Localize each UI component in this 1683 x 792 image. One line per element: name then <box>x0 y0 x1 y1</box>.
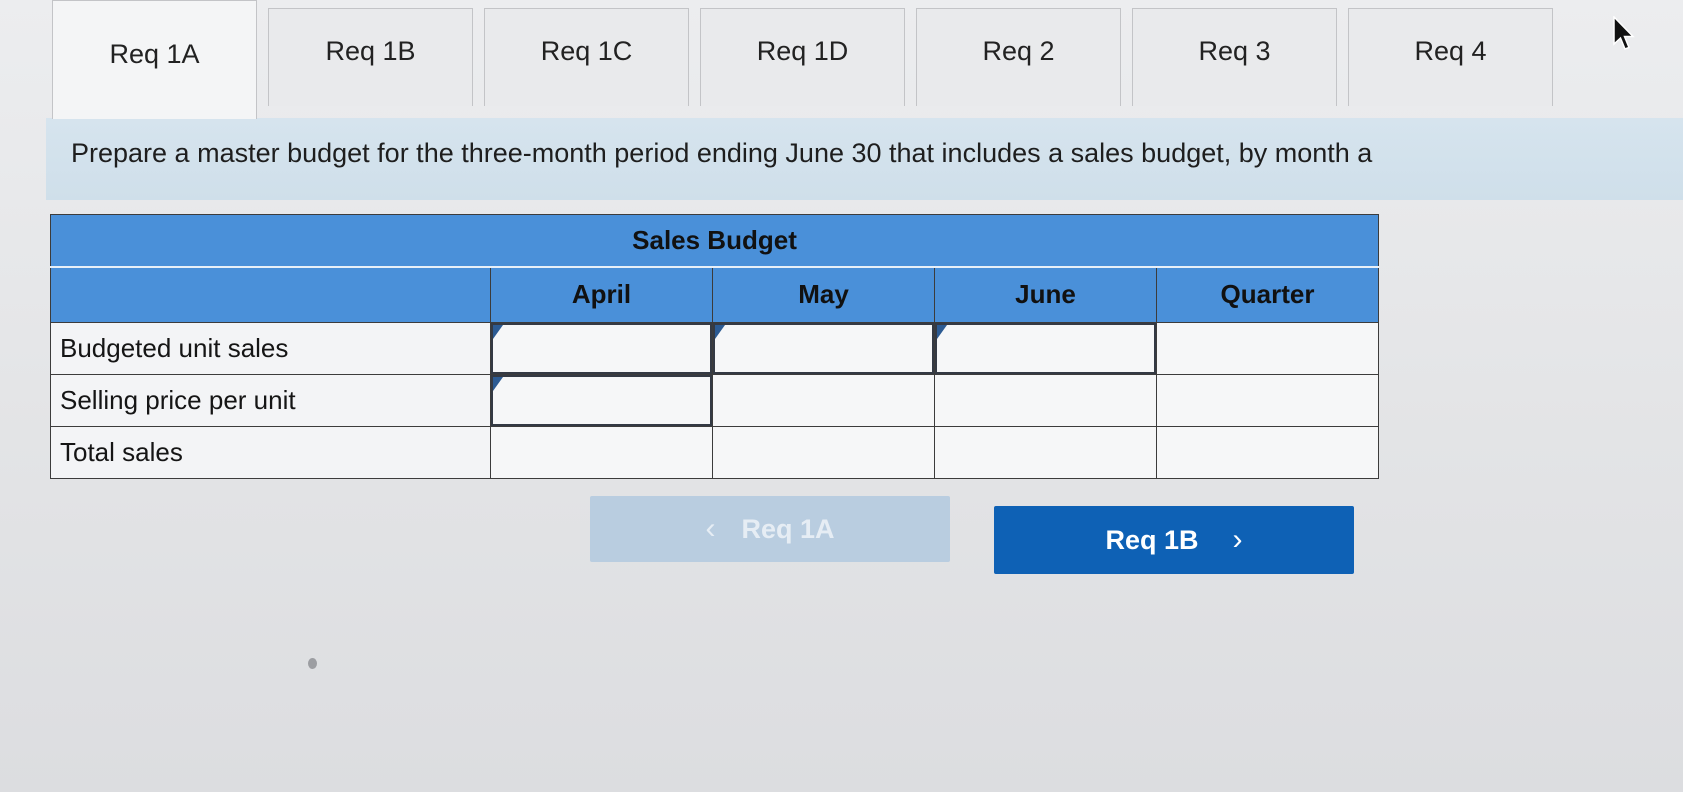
tab-label: Req 1B <box>325 36 416 66</box>
next-button-label: Req 1B <box>1105 524 1199 555</box>
table-row-selling-price: Selling price per unit <box>50 374 1379 427</box>
row-label: Budgeted unit sales <box>50 322 491 375</box>
tab-label: Req 1A <box>109 38 200 69</box>
tab-label: Req 1D <box>756 36 849 66</box>
sales-budget-table: Sales Budget April May June Quarter Budg… <box>50 214 1379 479</box>
column-header-label <box>50 266 491 323</box>
tab-label: Req 1C <box>540 36 633 66</box>
tab-req-3[interactable]: Req 3 <box>1132 8 1337 106</box>
june-price-cell <box>934 374 1157 427</box>
mouse-pointer-icon <box>1613 16 1635 50</box>
may-unit-sales-input[interactable] <box>713 323 934 374</box>
may-price-cell <box>712 374 935 427</box>
table-row-budgeted-unit-sales: Budgeted unit sales <box>50 322 1379 375</box>
tab-label: Req 2 <box>982 36 1055 66</box>
row-label: Total sales <box>50 426 491 479</box>
table-row-total-sales: Total sales <box>50 426 1379 479</box>
tab-label: Req 4 <box>1414 36 1487 66</box>
june-unit-sales-input[interactable] <box>935 323 1156 374</box>
quarter-unit-sales-cell <box>1156 322 1379 375</box>
column-header-quarter: Quarter <box>1156 266 1379 323</box>
june-unit-sales-cell[interactable] <box>934 322 1157 375</box>
row-label: Selling price per unit <box>50 374 491 427</box>
chevron-right-icon: › <box>1232 523 1243 556</box>
quarter-price-cell <box>1156 374 1379 427</box>
april-price-cell[interactable] <box>490 374 713 427</box>
tab-req-4[interactable]: Req 4 <box>1348 8 1553 106</box>
next-req-button[interactable]: Req 1B › <box>994 506 1354 574</box>
may-unit-sales-cell[interactable] <box>712 322 935 375</box>
smudge-dot <box>308 658 317 669</box>
column-header-june: June <box>934 266 1157 323</box>
prev-req-button[interactable]: ‹ Req 1A <box>590 496 950 562</box>
table-title-row: Sales Budget <box>50 214 1379 268</box>
tab-req-1a[interactable]: Req 1A <box>52 0 257 119</box>
tab-req-2[interactable]: Req 2 <box>916 8 1121 106</box>
instruction-text: Prepare a master budget for the three-mo… <box>46 118 1683 200</box>
table-header-row: April May June Quarter <box>50 266 1379 323</box>
may-total-sales-cell <box>712 426 935 479</box>
tab-label: Req 3 <box>1198 36 1271 66</box>
june-total-sales-cell <box>934 426 1157 479</box>
tab-req-1c[interactable]: Req 1C <box>484 8 689 106</box>
april-unit-sales-input[interactable] <box>491 323 712 374</box>
tab-bar: Req 1A Req 1B Req 1C Req 1D Req 2 Req 3 … <box>52 0 1683 119</box>
column-header-april: April <box>490 266 713 323</box>
prev-button-label: Req 1A <box>741 513 835 544</box>
tab-req-1b[interactable]: Req 1B <box>268 8 473 106</box>
tab-req-1d[interactable]: Req 1D <box>700 8 905 106</box>
april-total-sales-cell <box>490 426 713 479</box>
april-price-input[interactable] <box>491 375 712 426</box>
column-header-may: May <box>712 266 935 323</box>
april-unit-sales-cell[interactable] <box>490 322 713 375</box>
quarter-total-sales-cell <box>1156 426 1379 479</box>
table-title: Sales Budget <box>50 214 1379 268</box>
chevron-left-icon: ‹ <box>705 512 716 545</box>
